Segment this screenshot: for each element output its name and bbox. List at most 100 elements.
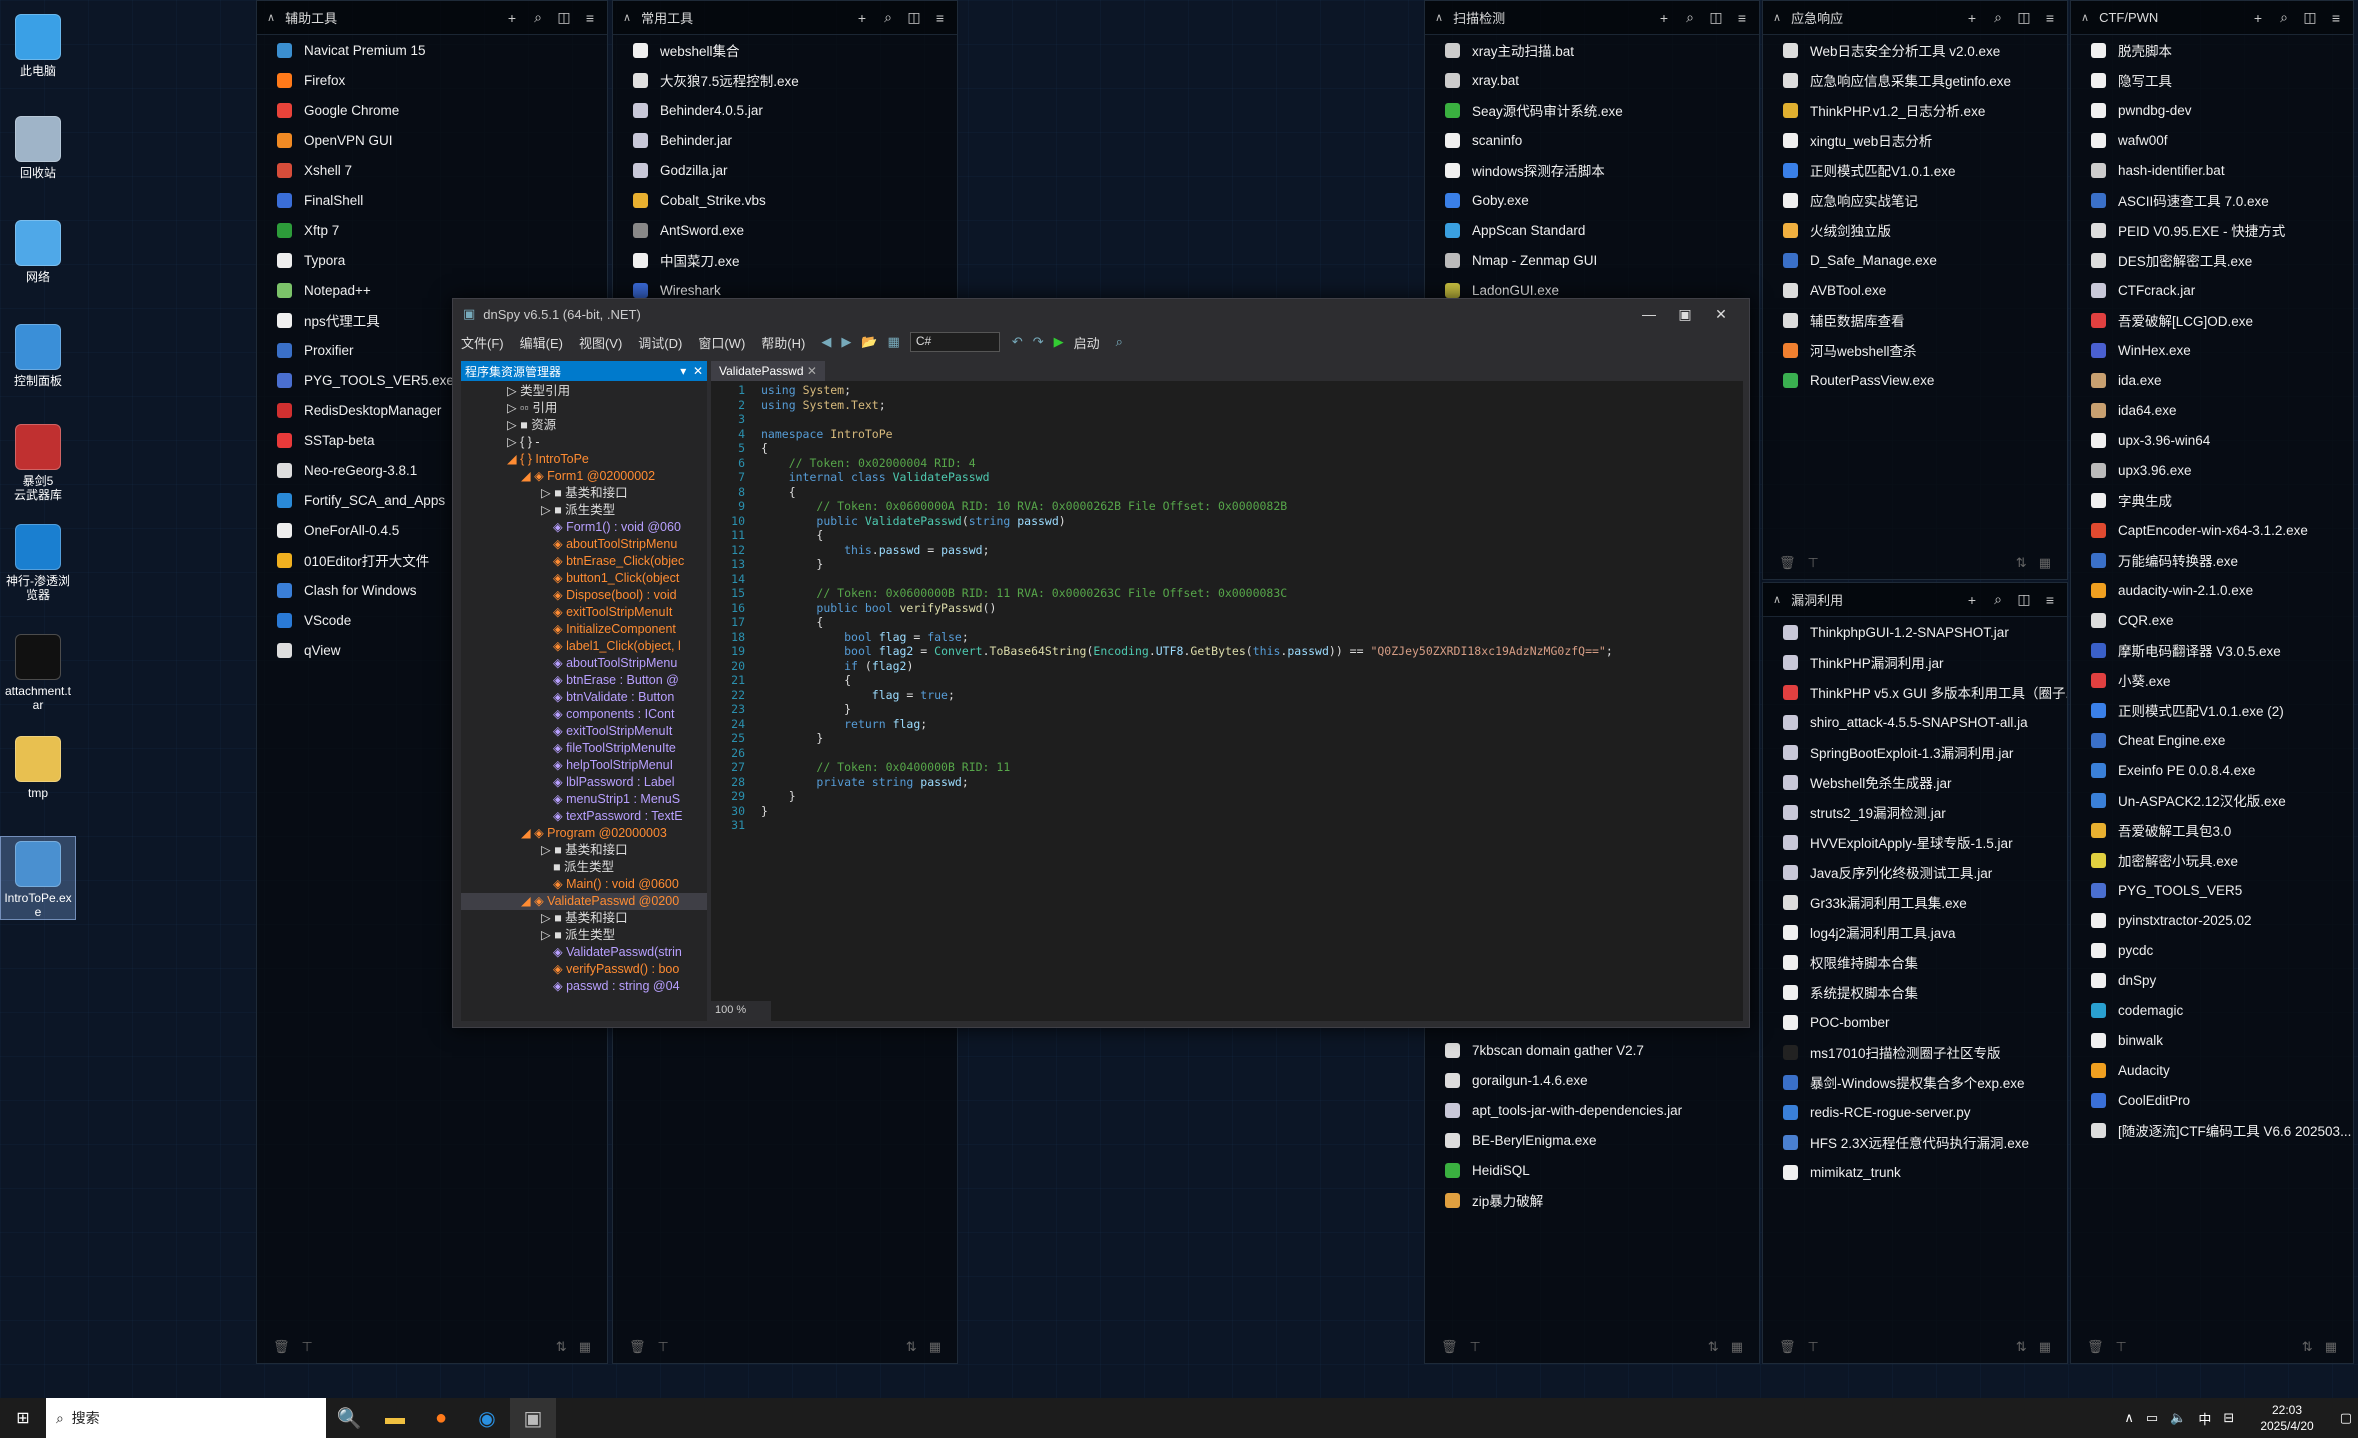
code-editor[interactable]: ValidatePasswd ✕ 1 2 3 4 5 6 7 8 9 10 11… xyxy=(711,361,1743,1021)
fence-item[interactable]: 小葵.exe xyxy=(2071,665,2353,695)
fence-item[interactable]: PYG_TOOLS_VER5 xyxy=(2071,875,2353,905)
menu-item[interactable]: 文件(F) xyxy=(461,336,504,351)
fence-item[interactable]: upx-3.96-win64 xyxy=(2071,425,2353,455)
fence-item[interactable]: [随波逐流]CTF编码工具 V6.6 202503... xyxy=(2071,1115,2353,1145)
collapse-icon[interactable]: ∧ xyxy=(1773,11,1781,24)
fence-item[interactable]: apt_tools-jar-with-dependencies.jar xyxy=(1425,1095,1759,1125)
tree-node[interactable]: ◈ aboutToolStripMenu xyxy=(461,536,707,553)
collapse-icon[interactable]: ∧ xyxy=(623,11,631,24)
ime-indicator[interactable]: 中 xyxy=(2198,1409,2211,1428)
file-explorer-icon[interactable]: ▬ xyxy=(372,1398,418,1438)
fence-item[interactable]: gorailgun-1.4.6.exe xyxy=(1425,1065,1759,1095)
fence-item[interactable]: hash-identifier.bat xyxy=(2071,155,2353,185)
search-icon[interactable]: ⌕ xyxy=(1683,9,1697,26)
search-tool-icon[interactable]: 🔍 xyxy=(326,1398,372,1438)
fence-item[interactable]: Exeinfo PE 0.0.8.4.exe xyxy=(2071,755,2353,785)
fence-item[interactable]: 加密解密小玩具.exe xyxy=(2071,845,2353,875)
code-view[interactable]: 1 2 3 4 5 6 7 8 9 10 11 12 13 14 15 16 1… xyxy=(711,383,1727,997)
tree-node[interactable]: ◈ exitToolStripMenuIt xyxy=(461,604,707,621)
fence-item[interactable]: pyinstxtractor-2025.02 xyxy=(2071,905,2353,935)
add-icon[interactable]: + xyxy=(1657,10,1671,26)
pin-icon[interactable]: ⊤ xyxy=(302,1339,313,1355)
tree-node[interactable]: ▷ ■ 资源 xyxy=(461,417,707,434)
fence-item[interactable]: CaptEncoder-win-x64-3.1.2.exe xyxy=(2071,515,2353,545)
explorer-close-icon[interactable]: ✕ xyxy=(693,364,703,378)
tree-node[interactable]: ◢ { } IntroToPe xyxy=(461,451,707,468)
fence-item[interactable]: Godzilla.jar xyxy=(613,155,957,185)
tree-node[interactable]: ◈ helpToolStripMenuI xyxy=(461,757,707,774)
dropdown-icon[interactable]: ▾ xyxy=(680,364,686,378)
grid-icon[interactable]: ▦ xyxy=(929,1339,941,1355)
tree-node[interactable]: ◈ Form1() : void @060 xyxy=(461,519,707,536)
fence-item[interactable]: HeidiSQL xyxy=(1425,1155,1759,1185)
menu-icon[interactable]: ≡ xyxy=(2043,10,2057,26)
language-select[interactable]: C# xyxy=(909,332,1000,352)
add-icon[interactable]: + xyxy=(855,10,869,26)
fence-item[interactable]: Web日志安全分析工具 v2.0.exe xyxy=(1763,35,2067,65)
menu-icon[interactable]: ≡ xyxy=(583,10,597,26)
fence-item[interactable]: ida64.exe xyxy=(2071,395,2353,425)
grid-icon[interactable]: ▦ xyxy=(2325,1339,2337,1355)
tab-validatepasswd[interactable]: ValidatePasswd ✕ xyxy=(711,361,825,381)
redo-icon[interactable]: ↷ xyxy=(1033,334,1044,350)
fence-item[interactable]: WinHex.exe xyxy=(2071,335,2353,365)
fence-item[interactable]: 摩斯电码翻译器 V3.0.5.exe xyxy=(2071,635,2353,665)
fence-item[interactable]: pycdc xyxy=(2071,935,2353,965)
delete-icon[interactable]: 🗑 xyxy=(1779,555,1796,571)
tree-node[interactable]: ◢ ◈ Program @02000003 xyxy=(461,825,707,842)
fence-item[interactable]: POC-bomber xyxy=(1763,1007,2067,1037)
desktop-icon[interactable]: 此电脑 xyxy=(0,10,76,78)
search-icon[interactable]: ⌕ xyxy=(1991,9,2005,26)
fence-item[interactable]: Goby.exe xyxy=(1425,185,1759,215)
volume-icon[interactable]: 🔈 xyxy=(2170,1410,2186,1426)
fence-item[interactable]: 辅臣数据库查看 xyxy=(1763,305,2067,335)
search-icon[interactable]: ⌕ xyxy=(531,9,545,26)
search-icon[interactable]: ⌕ xyxy=(1116,334,1123,350)
start-debug-icon[interactable]: ▶ xyxy=(1054,334,1064,350)
open-icon[interactable]: 📂 xyxy=(861,334,877,350)
tree-node[interactable]: ◈ components : ICont xyxy=(461,706,707,723)
folder-icon[interactable]: ◫ xyxy=(2017,9,2031,26)
fence-item[interactable]: DES加密解密工具.exe xyxy=(2071,245,2353,275)
sort-icon[interactable]: ⇅ xyxy=(2302,1339,2313,1355)
fence-item[interactable]: xray.bat xyxy=(1425,65,1759,95)
clock[interactable]: 22:03 2025/4/20 xyxy=(2260,1402,2313,1434)
sort-icon[interactable]: ⇅ xyxy=(906,1339,917,1355)
delete-icon[interactable]: 🗑 xyxy=(1779,1339,1796,1355)
menu-item[interactable]: 编辑(E) xyxy=(520,336,563,351)
fence-item[interactable]: xray主动扫描.bat xyxy=(1425,35,1759,65)
desktop-icon[interactable]: IntroToPe.ex e xyxy=(0,836,76,920)
tree-node[interactable]: ◈ lblPassword : Label xyxy=(461,774,707,791)
fence-item[interactable]: 权限维持脚本合集 xyxy=(1763,947,2067,977)
fence-item[interactable]: Webshell免杀生成器.jar xyxy=(1763,767,2067,797)
tree-node[interactable]: ■ 派生类型 xyxy=(461,859,707,876)
pin-icon[interactable]: ⊤ xyxy=(1808,555,1819,571)
fence-item[interactable]: 吾爱破解[LCG]OD.exe xyxy=(2071,305,2353,335)
delete-icon[interactable]: 🗑 xyxy=(273,1339,290,1355)
fence-item[interactable]: CTFcrack.jar xyxy=(2071,275,2353,305)
delete-icon[interactable]: 🗑 xyxy=(629,1339,646,1355)
grid-icon[interactable]: ▦ xyxy=(2039,555,2051,571)
network-icon[interactable]: ▭ xyxy=(2146,1410,2158,1426)
fence-item[interactable]: scaninfo xyxy=(1425,125,1759,155)
folder-icon[interactable]: ◫ xyxy=(1709,9,1723,26)
maximize-icon[interactable]: ▣ xyxy=(1667,306,1703,323)
fence-item[interactable]: binwalk xyxy=(2071,1025,2353,1055)
search-icon[interactable]: ⌕ xyxy=(881,9,895,26)
tree-node[interactable]: ▷ ■ 基类和接口 xyxy=(461,485,707,502)
firefox-icon[interactable]: ● xyxy=(418,1398,464,1438)
desktop-icon[interactable]: 控制面板 xyxy=(0,320,76,388)
zoom-level[interactable]: 100 % xyxy=(711,1001,771,1021)
title-bar[interactable]: ▣ dnSpy v6.5.1 (64-bit, .NET) — ▣ ✕ xyxy=(453,299,1749,329)
windows-start-icon[interactable]: ⊞ xyxy=(0,1408,46,1428)
fence-item[interactable]: codemagic xyxy=(2071,995,2353,1025)
tree-node[interactable]: ◈ textPassword : TextE xyxy=(461,808,707,825)
grid-icon[interactable]: ▦ xyxy=(1731,1339,1743,1355)
taskbar-search[interactable]: ⌕ 搜索 xyxy=(46,1398,326,1438)
fence-item[interactable]: PEID V0.95.EXE - 快捷方式 xyxy=(2071,215,2353,245)
tree-node[interactable]: ▷ ■ 派生类型 xyxy=(461,927,707,944)
menu-icon[interactable]: ≡ xyxy=(933,10,947,26)
search-icon[interactable]: ⌕ xyxy=(2277,9,2291,26)
fence-item[interactable]: 吾爱破解工具包3.0 xyxy=(2071,815,2353,845)
tree-node[interactable]: ◈ verifyPasswd() : boo xyxy=(461,961,707,978)
